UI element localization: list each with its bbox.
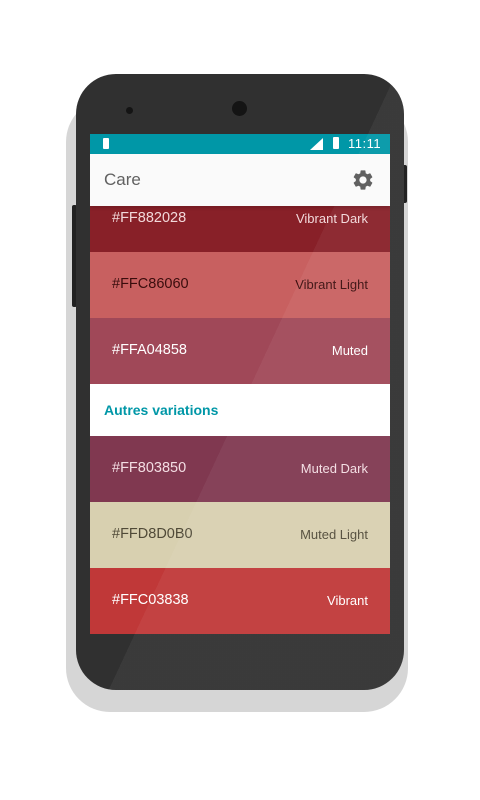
swatch-label: Muted Dark <box>300 461 368 476</box>
swatch-muted-light[interactable]: #FFD8D0B0 Muted Light <box>90 502 390 568</box>
swatch-vibrant-light[interactable]: #FFC86060 Vibrant Light <box>90 252 390 318</box>
front-camera <box>232 101 247 116</box>
swatch-hex: #FFC86060 <box>112 276 189 292</box>
swatch-label: Vibrant <box>327 593 368 608</box>
screen: 11:11 Care #FF882028 Vibrant Dark #FFC86… <box>90 134 390 634</box>
swatch-hex: #FF882028 <box>112 210 187 226</box>
swatch-label: Vibrant Light <box>295 277 368 292</box>
notification-battery-icon <box>103 138 109 149</box>
swatch-label: Muted Light <box>300 527 368 542</box>
swatch-muted[interactable]: #FFA04858 Muted <box>90 318 390 384</box>
speaker-grille <box>126 107 133 114</box>
section-header: Autres variations <box>90 384 390 436</box>
swatch-vibrant[interactable]: #FFC03838 Vibrant <box>90 568 390 634</box>
swatch-label: Vibrant Dark <box>295 211 368 226</box>
phone-frame: 11:11 Care #FF882028 Vibrant Dark #FFC86… <box>76 74 404 690</box>
swatch-vibrant-dark[interactable]: #FF882028 Vibrant Dark <box>90 206 390 252</box>
swatch-hex: #FFA04858 <box>112 342 187 358</box>
section-title: Autres variations <box>104 402 219 418</box>
gear-icon[interactable] <box>351 168 375 192</box>
swatch-hex: #FFD8D0B0 <box>112 526 193 542</box>
app-bar: Care <box>90 154 390 206</box>
app-title: Care <box>104 170 141 189</box>
swatch-list: #FF882028 Vibrant Dark #FFC86060 Vibrant… <box>90 206 390 634</box>
signal-icon <box>310 138 323 150</box>
swatch-muted-dark[interactable]: #FF803850 Muted Dark <box>90 436 390 502</box>
battery-icon <box>333 137 339 149</box>
status-time: 11:11 <box>348 136 382 151</box>
status-bar: 11:11 <box>90 134 390 154</box>
swatch-hex: #FFC03838 <box>112 592 189 608</box>
swatch-hex: #FF803850 <box>112 460 187 476</box>
swatch-label: Muted <box>331 343 368 358</box>
